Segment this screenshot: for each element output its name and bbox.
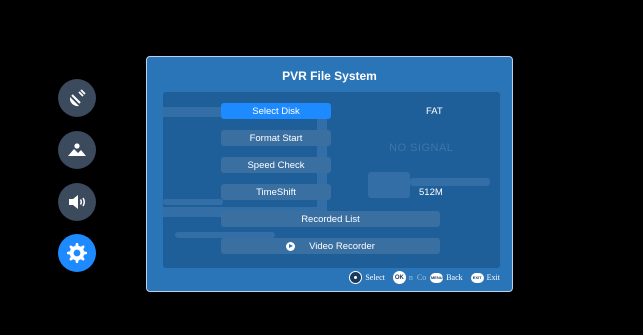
speed-check-label: Speed Check bbox=[247, 159, 305, 171]
sidebar-item-picture[interactable] bbox=[58, 131, 96, 169]
recorded-list-button[interactable]: Recorded List bbox=[221, 211, 440, 227]
select-disk-button[interactable]: Select Disk bbox=[221, 103, 331, 119]
format-start-label: Format Start bbox=[249, 132, 303, 144]
volume-icon bbox=[69, 195, 85, 209]
navigation-key-icon bbox=[349, 271, 363, 284]
speed-check-button[interactable]: Speed Check bbox=[221, 157, 331, 173]
video-recorder-button[interactable]: Video Recorder bbox=[221, 238, 440, 254]
pvr-dialog: PVR File System NO SIGNAL Select Disk FA… bbox=[146, 56, 513, 292]
hint-fragment-1: n bbox=[408, 273, 413, 282]
background-plug bbox=[368, 172, 410, 198]
timeshift-value: 512M bbox=[419, 187, 443, 198]
recorded-list-label: Recorded List bbox=[301, 213, 360, 225]
select-disk-value: FAT bbox=[426, 106, 443, 117]
exit-key-icon: EXIT bbox=[470, 272, 484, 283]
no-signal-watermark: NO SIGNAL bbox=[389, 142, 454, 154]
satellite-icon bbox=[69, 89, 86, 107]
video-recorder-label: Video Recorder bbox=[309, 240, 375, 252]
gear-icon bbox=[67, 243, 87, 263]
ok-key-icon: OK bbox=[392, 271, 406, 284]
exit-hint-label: Exit bbox=[486, 273, 500, 282]
timeshift-button[interactable]: TimeShift bbox=[221, 184, 331, 200]
picture-icon bbox=[68, 143, 86, 156]
sidebar-item-settings[interactable] bbox=[58, 234, 96, 272]
format-start-button[interactable]: Format Start bbox=[221, 130, 331, 146]
back-hint-label: Back bbox=[446, 273, 463, 282]
sidebar-item-satellite[interactable] bbox=[58, 79, 96, 117]
hint-fragment-2: Co bbox=[416, 273, 427, 282]
sidebar-item-sound[interactable] bbox=[58, 183, 96, 221]
play-icon bbox=[286, 241, 296, 251]
select-disk-label: Select Disk bbox=[252, 105, 300, 117]
timeshift-label: TimeShift bbox=[256, 186, 296, 198]
menu-key-icon: MENU bbox=[430, 272, 444, 283]
dialog-title: PVR File System bbox=[282, 69, 377, 83]
select-hint-label: Select bbox=[365, 273, 385, 282]
background-stand bbox=[163, 199, 223, 205]
key-hints-bar: Select OK n Co MENU Back EXIT Exit bbox=[349, 271, 500, 284]
settings-panel: NO SIGNAL Select Disk FAT Format Start S… bbox=[163, 92, 500, 268]
background-wire bbox=[410, 178, 490, 186]
